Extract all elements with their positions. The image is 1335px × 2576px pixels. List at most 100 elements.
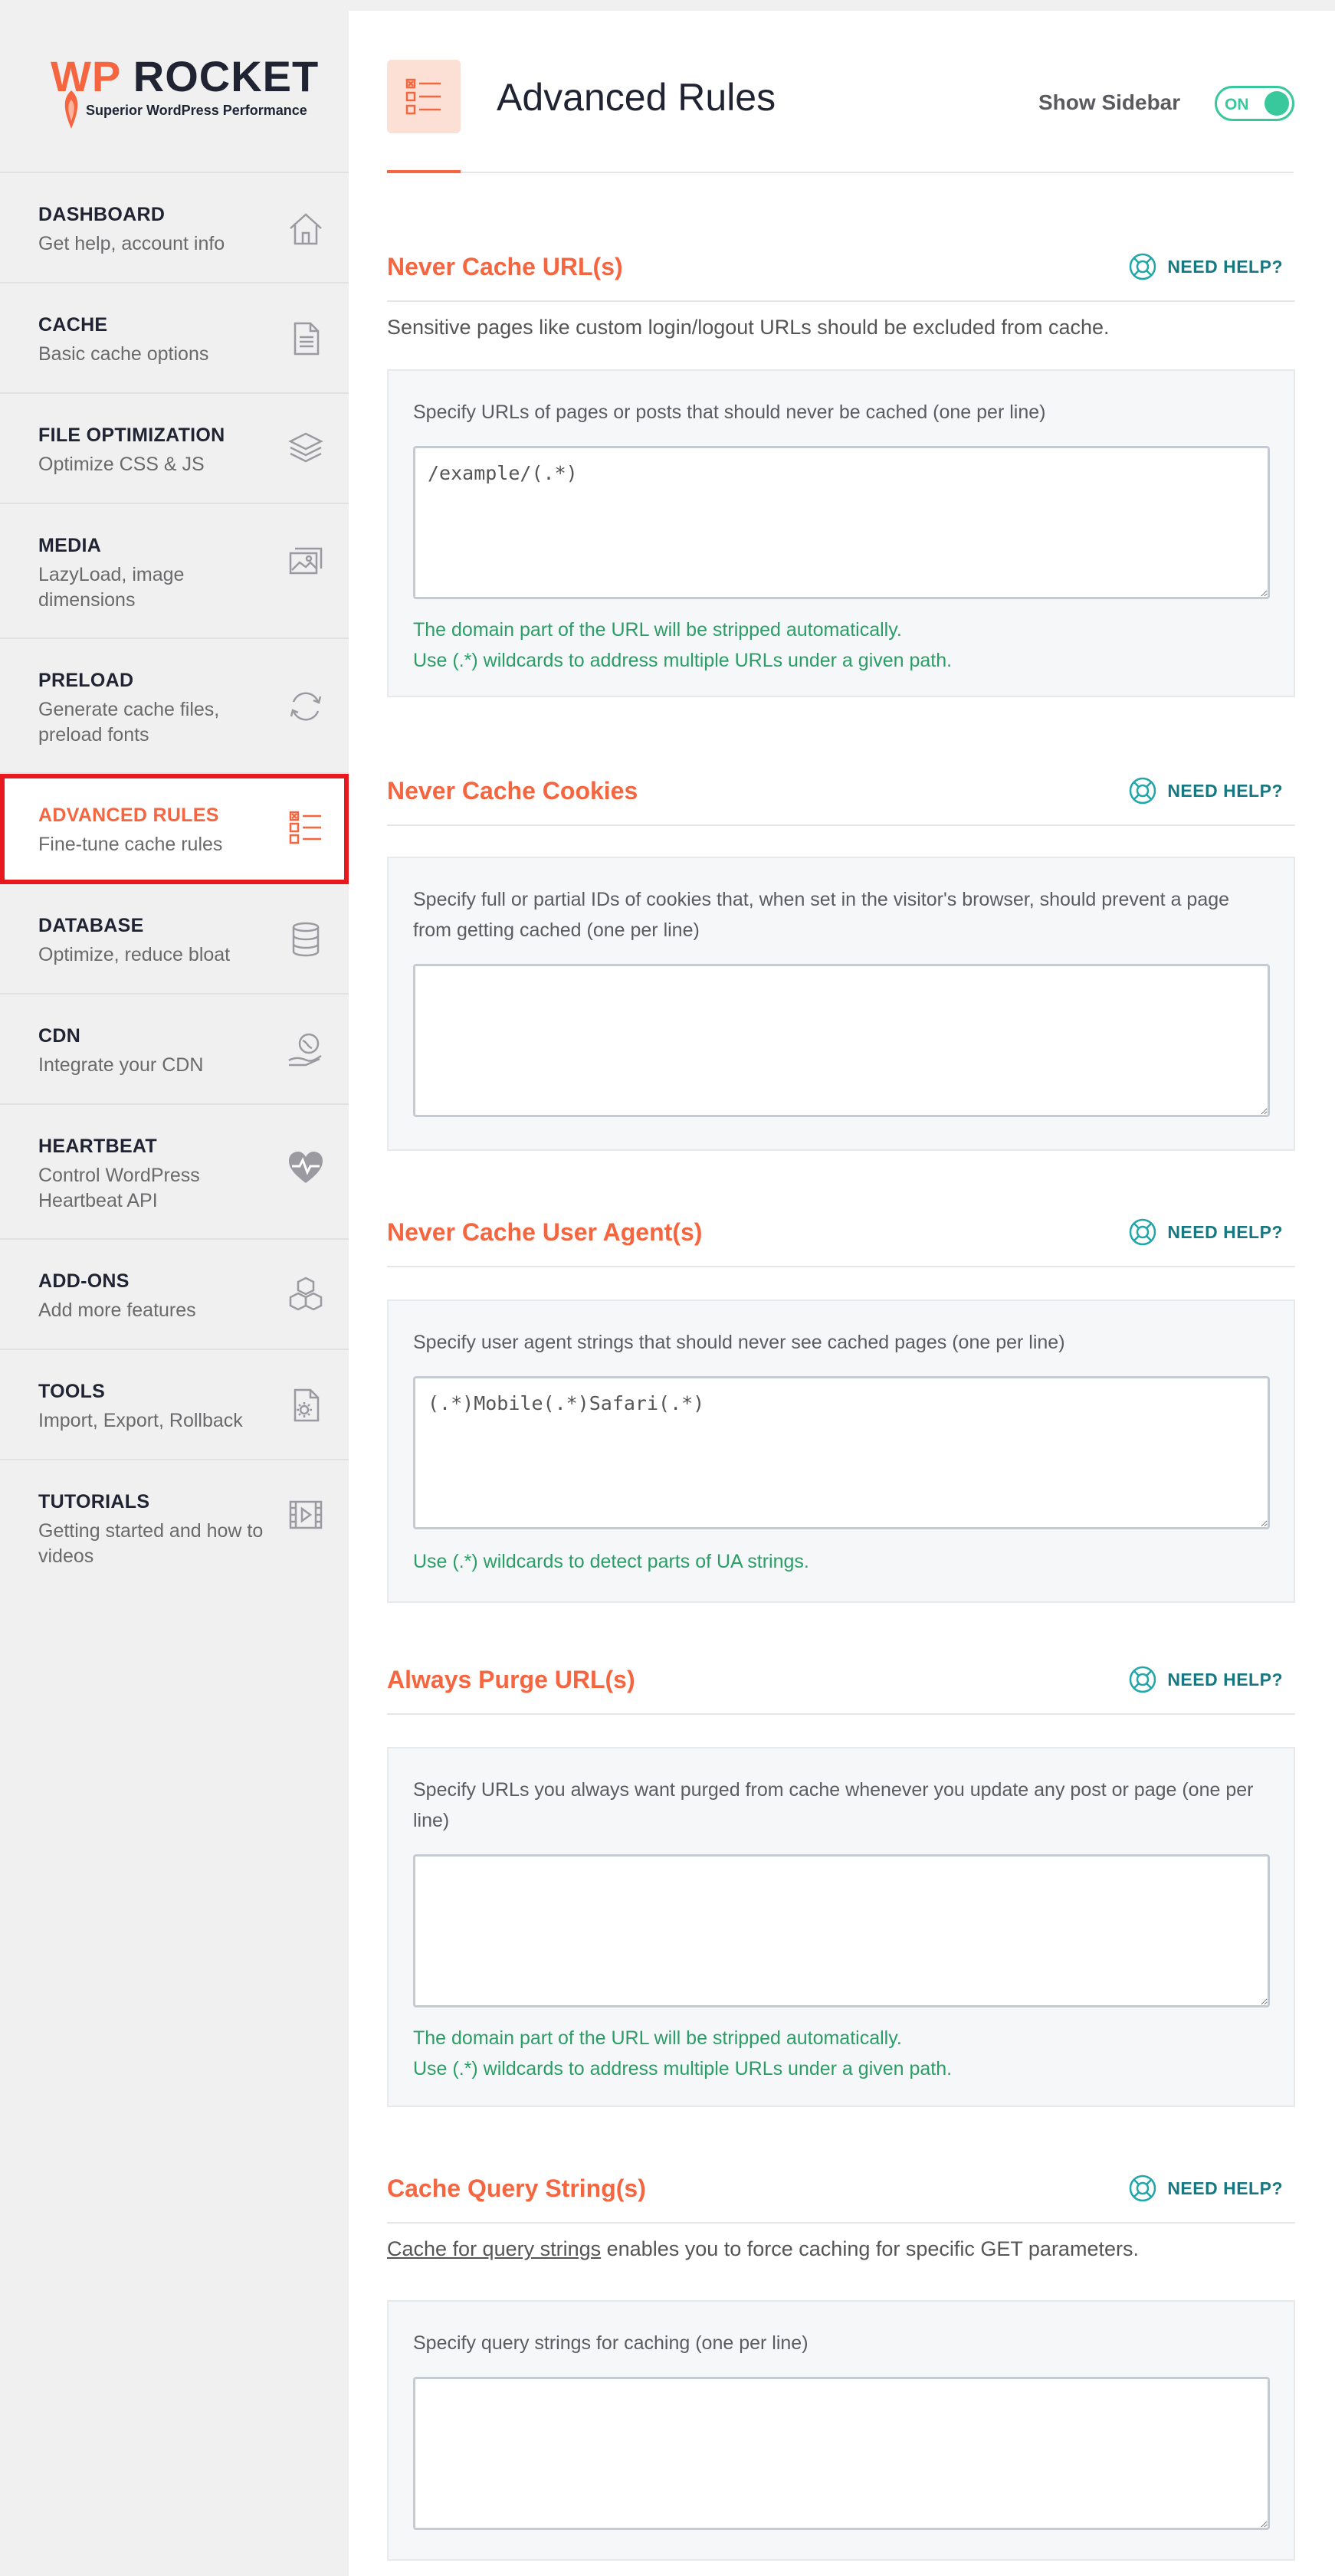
sidebar-item-tools[interactable]: TOOLS Import, Export, Rollback — [0, 1350, 349, 1460]
checklist-icon — [405, 78, 441, 115]
field-label: Specify URLs you always want purged from… — [413, 1779, 1254, 1831]
sidebar-item-desc: Optimize, reduce bloat — [38, 944, 231, 965]
sidebar-item-file-optimization[interactable]: FILE OPTIMIZATION Optimize CSS & JS — [0, 394, 349, 504]
section-description-rest: enables you to force caching for specifi… — [601, 2237, 1139, 2260]
logo[interactable]: WP ROCKET Superior WordPress Performance — [0, 0, 349, 172]
field-panel: Specify full or partial IDs of cookies t… — [387, 857, 1295, 1151]
sidebar-item-title: ADD-ONS — [38, 1270, 130, 1292]
file-icon — [294, 322, 320, 356]
cache-query-strings-textarea[interactable] — [413, 2377, 1270, 2530]
field-panel: Specify query strings for caching (one p… — [387, 2300, 1295, 2561]
house-icon — [290, 213, 322, 245]
sidebar-item-title: TOOLS — [38, 1381, 106, 1402]
need-help-label: NEED HELP? — [1167, 256, 1283, 277]
rocket-flame-icon — [64, 90, 78, 129]
section-never-cache-urls: Never Cache URL(s) NEED HELP? Sensitive … — [387, 241, 1295, 731]
field-note: Use (.*) wildcards to detect parts of UA… — [413, 1551, 809, 1572]
section-divider — [387, 1266, 1295, 1267]
field-label: Specify URLs of pages or posts that shou… — [413, 401, 1046, 423]
lifebuoy-icon — [1130, 1666, 1156, 1693]
sidebar-item-heartbeat[interactable]: HEARTBEAT Control WordPress Heartbeat AP… — [0, 1105, 349, 1240]
toggle-state-label: ON — [1225, 96, 1249, 113]
sidebar-item-advanced-rules[interactable]: ADVANCED RULES Fine-tune cache rules — [0, 774, 349, 884]
section-title: Cache Query String(s) — [387, 2175, 646, 2202]
sidebar-item-title: CDN — [38, 1025, 81, 1047]
sidebar-item-desc: Basic cache options — [38, 343, 209, 365]
sidebar-item-title: PRELOAD — [38, 670, 134, 691]
page-icon-box — [387, 60, 461, 133]
never-cache-user-agents-textarea[interactable]: (.*)Mobile(.*)Safari(.*) — [413, 1376, 1270, 1529]
field-note: Use (.*) wildcards to address multiple U… — [413, 650, 953, 671]
lifebuoy-icon — [1130, 2175, 1156, 2202]
never-cache-urls-textarea[interactable]: /example/(.*) — [413, 446, 1270, 599]
section-never-cache-cookies: Never Cache Cookies NEED HELP? Specify f… — [387, 765, 1295, 1151]
globe-hand-icon — [288, 1033, 322, 1067]
lifebuoy-icon — [1130, 253, 1156, 280]
sidebar-item-title: MEDIA — [38, 535, 102, 556]
sidebar-item-dashboard[interactable]: DASHBOARD Get help, account info — [0, 173, 349, 283]
need-help-link[interactable]: NEED HELP? — [1127, 1217, 1283, 1247]
sidebar-item-title: DASHBOARD — [38, 204, 166, 225]
section-title: Always Purge URL(s) — [387, 1666, 635, 1693]
cubes-icon — [289, 1277, 323, 1311]
sidebar-item-title: FILE OPTIMIZATION — [38, 424, 225, 446]
sidebar-item-media[interactable]: MEDIA LazyLoad, image dimensions — [0, 504, 349, 639]
field-panel: Specify URLs you always want purged from… — [387, 1747, 1295, 2107]
always-purge-urls-textarea[interactable] — [413, 1854, 1270, 2007]
sidebar-item-desc: Get help, account info — [38, 233, 225, 254]
field-panel: Specify user agent strings that should n… — [387, 1299, 1295, 1603]
field-panel: Specify URLs of pages or posts that shou… — [387, 369, 1295, 697]
sidebar-item-preload[interactable]: PRELOAD Generate cache files, preload fo… — [0, 639, 349, 774]
need-help-link[interactable]: NEED HELP? — [1127, 775, 1283, 806]
gear-file-icon — [294, 1388, 320, 1422]
section-description: Sensitive pages like custom login/logout… — [387, 316, 1110, 339]
field-note: The domain part of the URL will be strip… — [413, 619, 902, 641]
sidebar: WP ROCKET Superior WordPress Performance… — [0, 0, 349, 2576]
sidebar-item-desc: Control WordPress Heartbeat API — [38, 1165, 200, 1211]
field-note: The domain part of the URL will be strip… — [413, 2027, 902, 2049]
section-title: Never Cache Cookies — [387, 777, 638, 805]
lifebuoy-icon — [1130, 1218, 1156, 1246]
sidebar-item-add-ons[interactable]: ADD-ONS Add more features — [0, 1240, 349, 1350]
sidebar-item-title: ADVANCED RULES — [38, 805, 219, 826]
need-help-link[interactable]: NEED HELP? — [1127, 1664, 1283, 1695]
section-always-purge-urls: Always Purge URL(s) NEED HELP? Specify U… — [387, 1653, 1295, 2113]
page-title: Advanced Rules — [497, 76, 776, 119]
sidebar-item-cache[interactable]: CACHE Basic cache options — [0, 283, 349, 394]
sidebar-item-desc: LazyLoad, image dimensions — [38, 564, 185, 611]
sidebar-item-title: HEARTBEAT — [38, 1136, 158, 1157]
section-cache-query-strings: Cache Query String(s) NEED HELP? Cache f… — [387, 2162, 1295, 2561]
cache-query-strings-link[interactable]: Cache for query strings — [387, 2237, 601, 2260]
sidebar-item-desc: Fine-tune cache rules — [38, 834, 223, 855]
field-label: Specify user agent strings that should n… — [413, 1332, 1065, 1353]
layers-icon — [288, 432, 323, 463]
section-divider — [387, 1713, 1295, 1715]
show-sidebar-label: Show Sidebar — [1038, 90, 1181, 114]
need-help-label: NEED HELP? — [1167, 1669, 1283, 1689]
need-help-link[interactable]: NEED HELP? — [1127, 2173, 1283, 2204]
section-never-cache-user-agents: Never Cache User Agent(s) NEED HELP? Spe… — [387, 1206, 1295, 1604]
show-sidebar-toggle[interactable]: ON — [1215, 86, 1294, 121]
field-label: Specify full or partial IDs of cookies t… — [413, 889, 1230, 941]
sidebar-item-database[interactable]: DATABASE Optimize, reduce bloat — [0, 884, 349, 995]
sidebar-item-desc: Integrate your CDN — [38, 1054, 204, 1076]
sidebar-item-tutorials[interactable]: TUTORIALS Getting started and how to vid… — [0, 1460, 349, 1595]
field-note: Use (.*) wildcards to address multiple U… — [413, 2058, 953, 2079]
sidebar-item-desc: Getting started and how to videos — [38, 1520, 264, 1567]
never-cache-cookies-textarea[interactable] — [413, 964, 1270, 1117]
need-help-link[interactable]: NEED HELP? — [1127, 251, 1283, 282]
header-accent-underline — [387, 170, 461, 173]
main-content: Advanced Rules Show Sidebar ON Never Cac… — [349, 11, 1335, 2576]
header-divider — [387, 172, 1294, 173]
sidebar-item-desc: Optimize CSS & JS — [38, 454, 205, 475]
checklist-icon — [289, 811, 321, 844]
section-divider — [387, 824, 1295, 826]
need-help-label: NEED HELP? — [1167, 1221, 1283, 1242]
section-divider — [387, 2222, 1295, 2224]
sidebar-item-title: DATABASE — [38, 915, 144, 936]
section-divider — [387, 300, 1295, 302]
sidebar-item-title: TUTORIALS — [38, 1491, 150, 1512]
sidebar-item-cdn[interactable]: CDN Integrate your CDN — [0, 995, 349, 1105]
section-description: Cache for query strings enables you to f… — [387, 2237, 1139, 2261]
lifebuoy-icon — [1130, 777, 1156, 805]
